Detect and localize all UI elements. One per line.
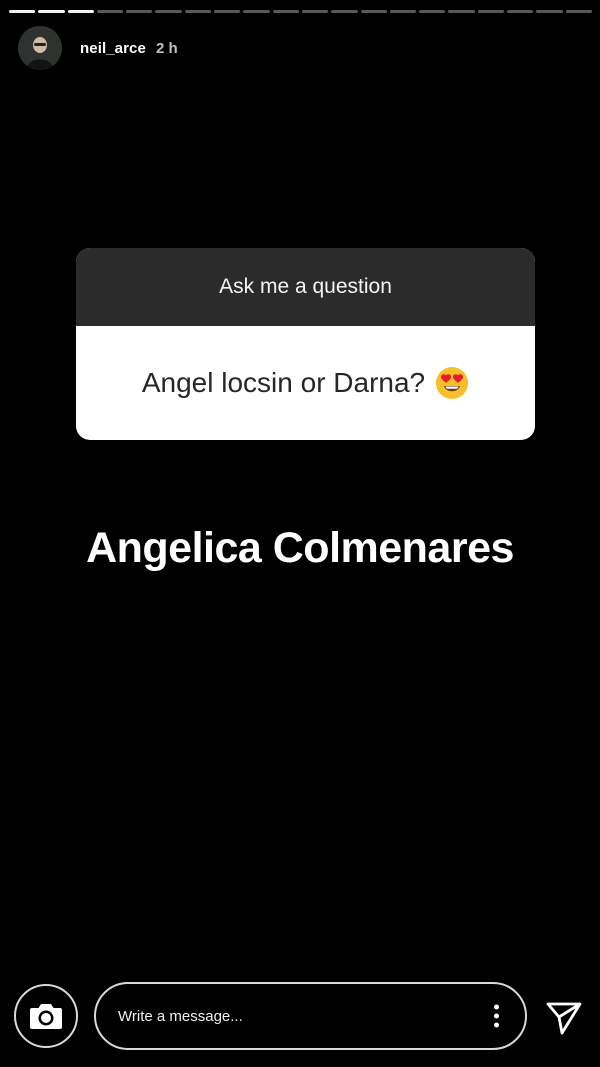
progress-segment [214,10,241,13]
progress-segment [301,10,329,13]
progress-segment [477,10,505,13]
story-caption: Angelica Colmenares [86,524,514,572]
progress-segment [184,10,212,13]
progress-segment [360,10,387,13]
story-progress-bar [9,10,592,13]
message-input[interactable]: Write a message... [94,982,527,1050]
more-vertical-icon[interactable] [494,1004,499,1028]
story-header: neil_arce 2 h [18,26,178,70]
progress-segment [272,10,299,13]
progress-segment [389,10,417,13]
camera-button[interactable] [14,984,78,1048]
post-time: 2 h [155,39,178,57]
send-icon[interactable] [544,998,584,1038]
progress-segment [126,10,153,13]
progress-segment [331,10,358,13]
camera-icon [30,1004,62,1029]
progress-segment [448,10,475,13]
progress-segment [155,10,182,13]
progress-segment [96,10,124,13]
avatar[interactable] [18,26,62,70]
question-sticker[interactable]: Ask me a question Angel locsin or Darna? [76,248,535,440]
message-placeholder: Write a message... [118,1007,243,1025]
question-sticker-body: Angel locsin or Darna? [76,326,535,440]
question-text: Angel locsin or Darna? [141,367,426,398]
question-sticker-title: Ask me a question [76,248,535,326]
progress-segment [507,10,534,13]
progress-segment [67,10,94,13]
progress-segment [38,10,65,13]
progress-segment [419,10,446,13]
progress-segment [536,10,563,13]
heart-eyes-emoji-icon [436,367,469,399]
progress-segment [565,10,592,13]
progress-segment [9,10,36,13]
progress-segment [243,10,270,13]
username[interactable]: neil_arce [80,40,146,57]
